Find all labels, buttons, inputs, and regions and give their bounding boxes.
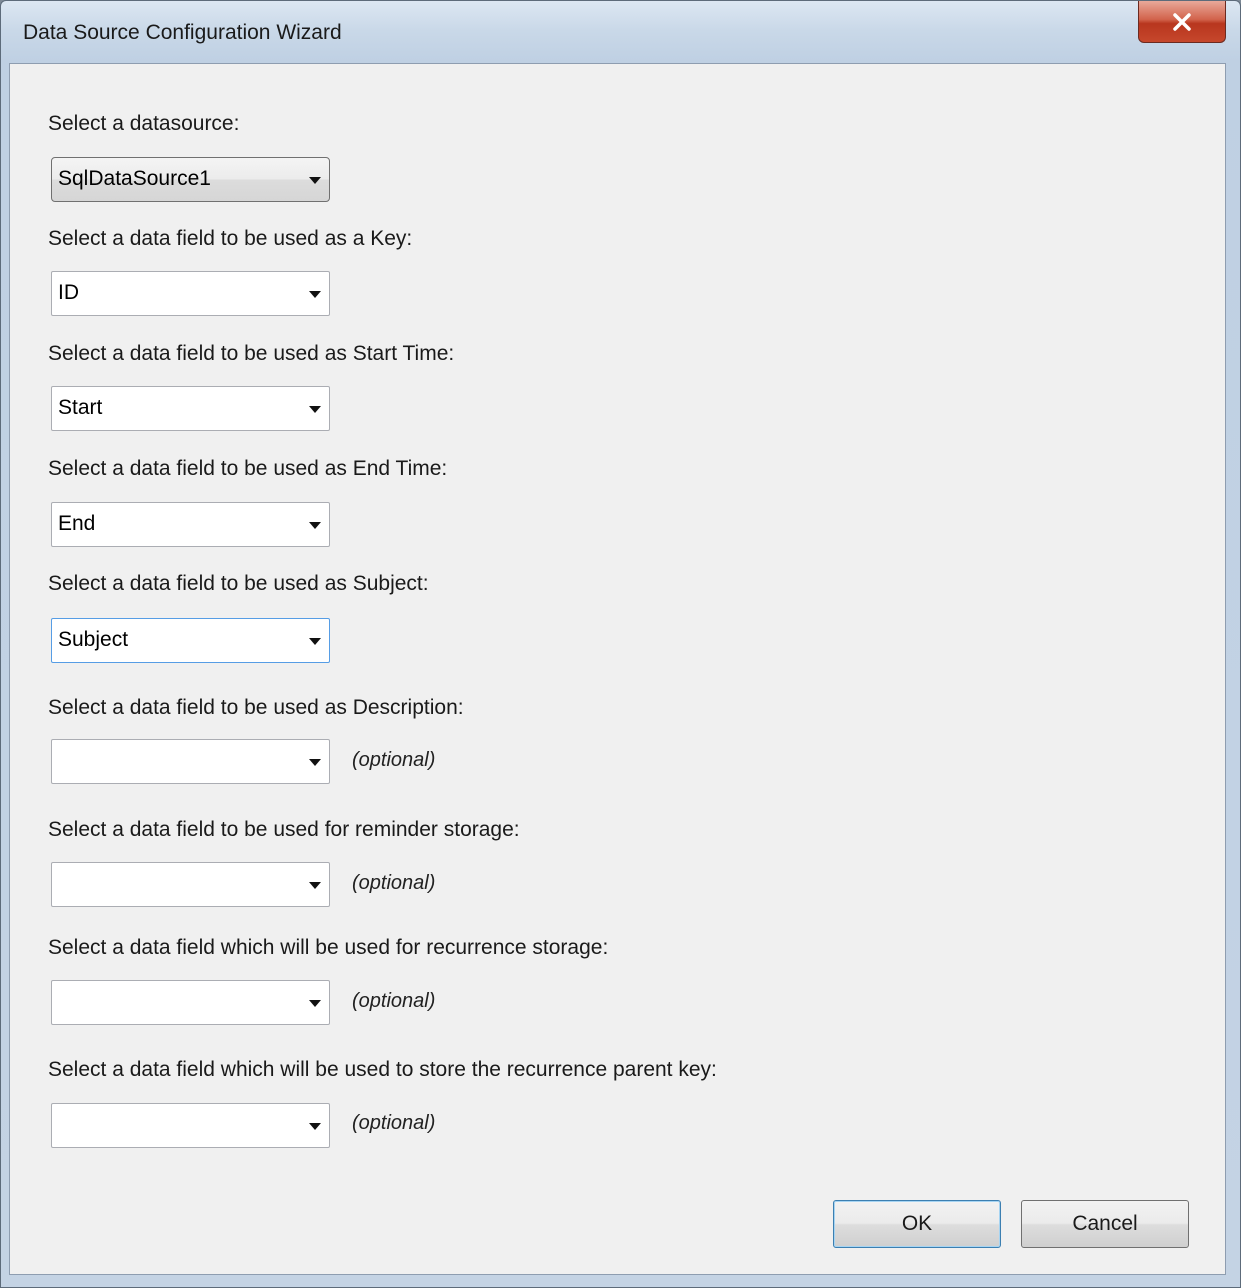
- window-title: Data Source Configuration Wizard: [23, 21, 342, 44]
- dialog-body: Select a datasource: SqlDataSource1 Sele…: [9, 63, 1226, 1275]
- chevron-down-icon: [309, 177, 321, 184]
- start-time-field-label: Select a data field to be used as Start …: [48, 342, 455, 365]
- reminder-optional-note: (optional): [352, 872, 436, 894]
- chevron-down-icon: [309, 759, 321, 766]
- datasource-select-value: SqlDataSource1: [58, 167, 211, 190]
- description-field-select[interactable]: [51, 739, 330, 784]
- recurrence-parent-key-field-label: Select a data field which will be used t…: [48, 1058, 717, 1081]
- start-time-field-select[interactable]: Start: [51, 386, 330, 431]
- chevron-down-icon: [309, 1123, 321, 1130]
- reminder-field-select[interactable]: [51, 862, 330, 907]
- chevron-down-icon: [309, 882, 321, 889]
- datasource-label: Select a datasource:: [48, 112, 240, 135]
- cancel-button[interactable]: Cancel: [1021, 1200, 1189, 1248]
- recurrence-parent-key-field-select[interactable]: [51, 1103, 330, 1148]
- chevron-down-icon: [309, 638, 321, 645]
- key-field-select-value: ID: [58, 281, 79, 304]
- subject-field-select[interactable]: Subject: [51, 618, 330, 663]
- end-time-field-label: Select a data field to be used as End Ti…: [48, 457, 448, 480]
- close-button[interactable]: [1138, 1, 1226, 43]
- close-x-icon: [1173, 12, 1191, 31]
- subject-field-select-value: Subject: [58, 628, 129, 651]
- chevron-down-icon: [309, 406, 321, 413]
- recurrence-parent-key-optional-note: (optional): [352, 1112, 436, 1134]
- start-time-field-select-value: Start: [58, 396, 103, 419]
- chevron-down-icon: [309, 522, 321, 529]
- chevron-down-icon: [309, 1000, 321, 1007]
- description-optional-note: (optional): [352, 749, 436, 771]
- ok-button[interactable]: OK: [833, 1200, 1001, 1248]
- wizard-window: Data Source Configuration Wizard Select …: [0, 0, 1241, 1288]
- recurrence-field-select[interactable]: [51, 980, 330, 1025]
- reminder-field-label: Select a data field to be used for remin…: [48, 818, 520, 841]
- subject-field-label: Select a data field to be used as Subjec…: [48, 572, 429, 595]
- recurrence-field-label: Select a data field which will be used f…: [48, 936, 609, 959]
- key-field-select[interactable]: ID: [51, 271, 330, 316]
- end-time-field-select[interactable]: End: [51, 502, 330, 547]
- chevron-down-icon: [309, 291, 321, 298]
- recurrence-optional-note: (optional): [352, 990, 436, 1012]
- description-field-label: Select a data field to be used as Descri…: [48, 696, 464, 719]
- datasource-select[interactable]: SqlDataSource1: [51, 157, 330, 202]
- title-bar[interactable]: Data Source Configuration Wizard: [1, 1, 1240, 61]
- key-field-label: Select a data field to be used as a Key:: [48, 227, 413, 250]
- end-time-field-select-value: End: [58, 512, 96, 535]
